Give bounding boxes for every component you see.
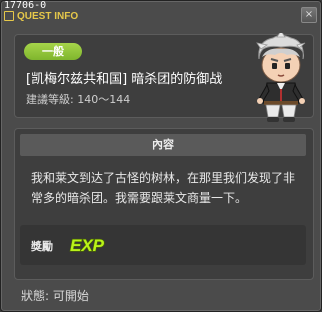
reward-label: 獎勵: [31, 240, 53, 253]
exp-icon-text: EXP: [70, 236, 105, 255]
quest-header-panel: 一般 [凯梅尔兹共和国] 暗杀团的防御战 建議等級: 140～144: [14, 33, 314, 122]
quest-description: 我和莱文到达了古怪的树林，在那里我们发现了非常多的暗杀团。我需要跟莱文商量一下。: [31, 171, 296, 205]
window-title: QUEST INFO: [3, 11, 123, 25]
quest-contents-panel: 內容 我和莱文到达了古怪的树林，在那里我们发现了非常多的暗杀团。我需要跟莱文商量…: [14, 128, 314, 280]
exp-icon: EXP: [69, 235, 105, 255]
recommended-level: 建議等級: 140～144: [26, 93, 131, 106]
reward-row: 獎勵 EXP: [20, 225, 306, 265]
quest-status: 狀態: 可開始: [21, 289, 89, 303]
npc-portrait-icon: [256, 33, 306, 122]
quest-info-window: 17706-0 QUEST INFO × 一般 [凯梅尔兹共和国] 暗杀团的防御…: [0, 0, 322, 312]
quest-id-text: 17706-0: [4, 0, 47, 11]
quest-category-badge: 一般: [24, 43, 82, 60]
quest-title: [凯梅尔兹共和国] 暗杀团的防御战: [26, 72, 223, 87]
contents-header: 內容: [20, 134, 306, 156]
window-title-icon: [4, 11, 14, 22]
window-title-text: QUEST INFO: [17, 11, 79, 22]
close-button[interactable]: ×: [301, 7, 317, 23]
